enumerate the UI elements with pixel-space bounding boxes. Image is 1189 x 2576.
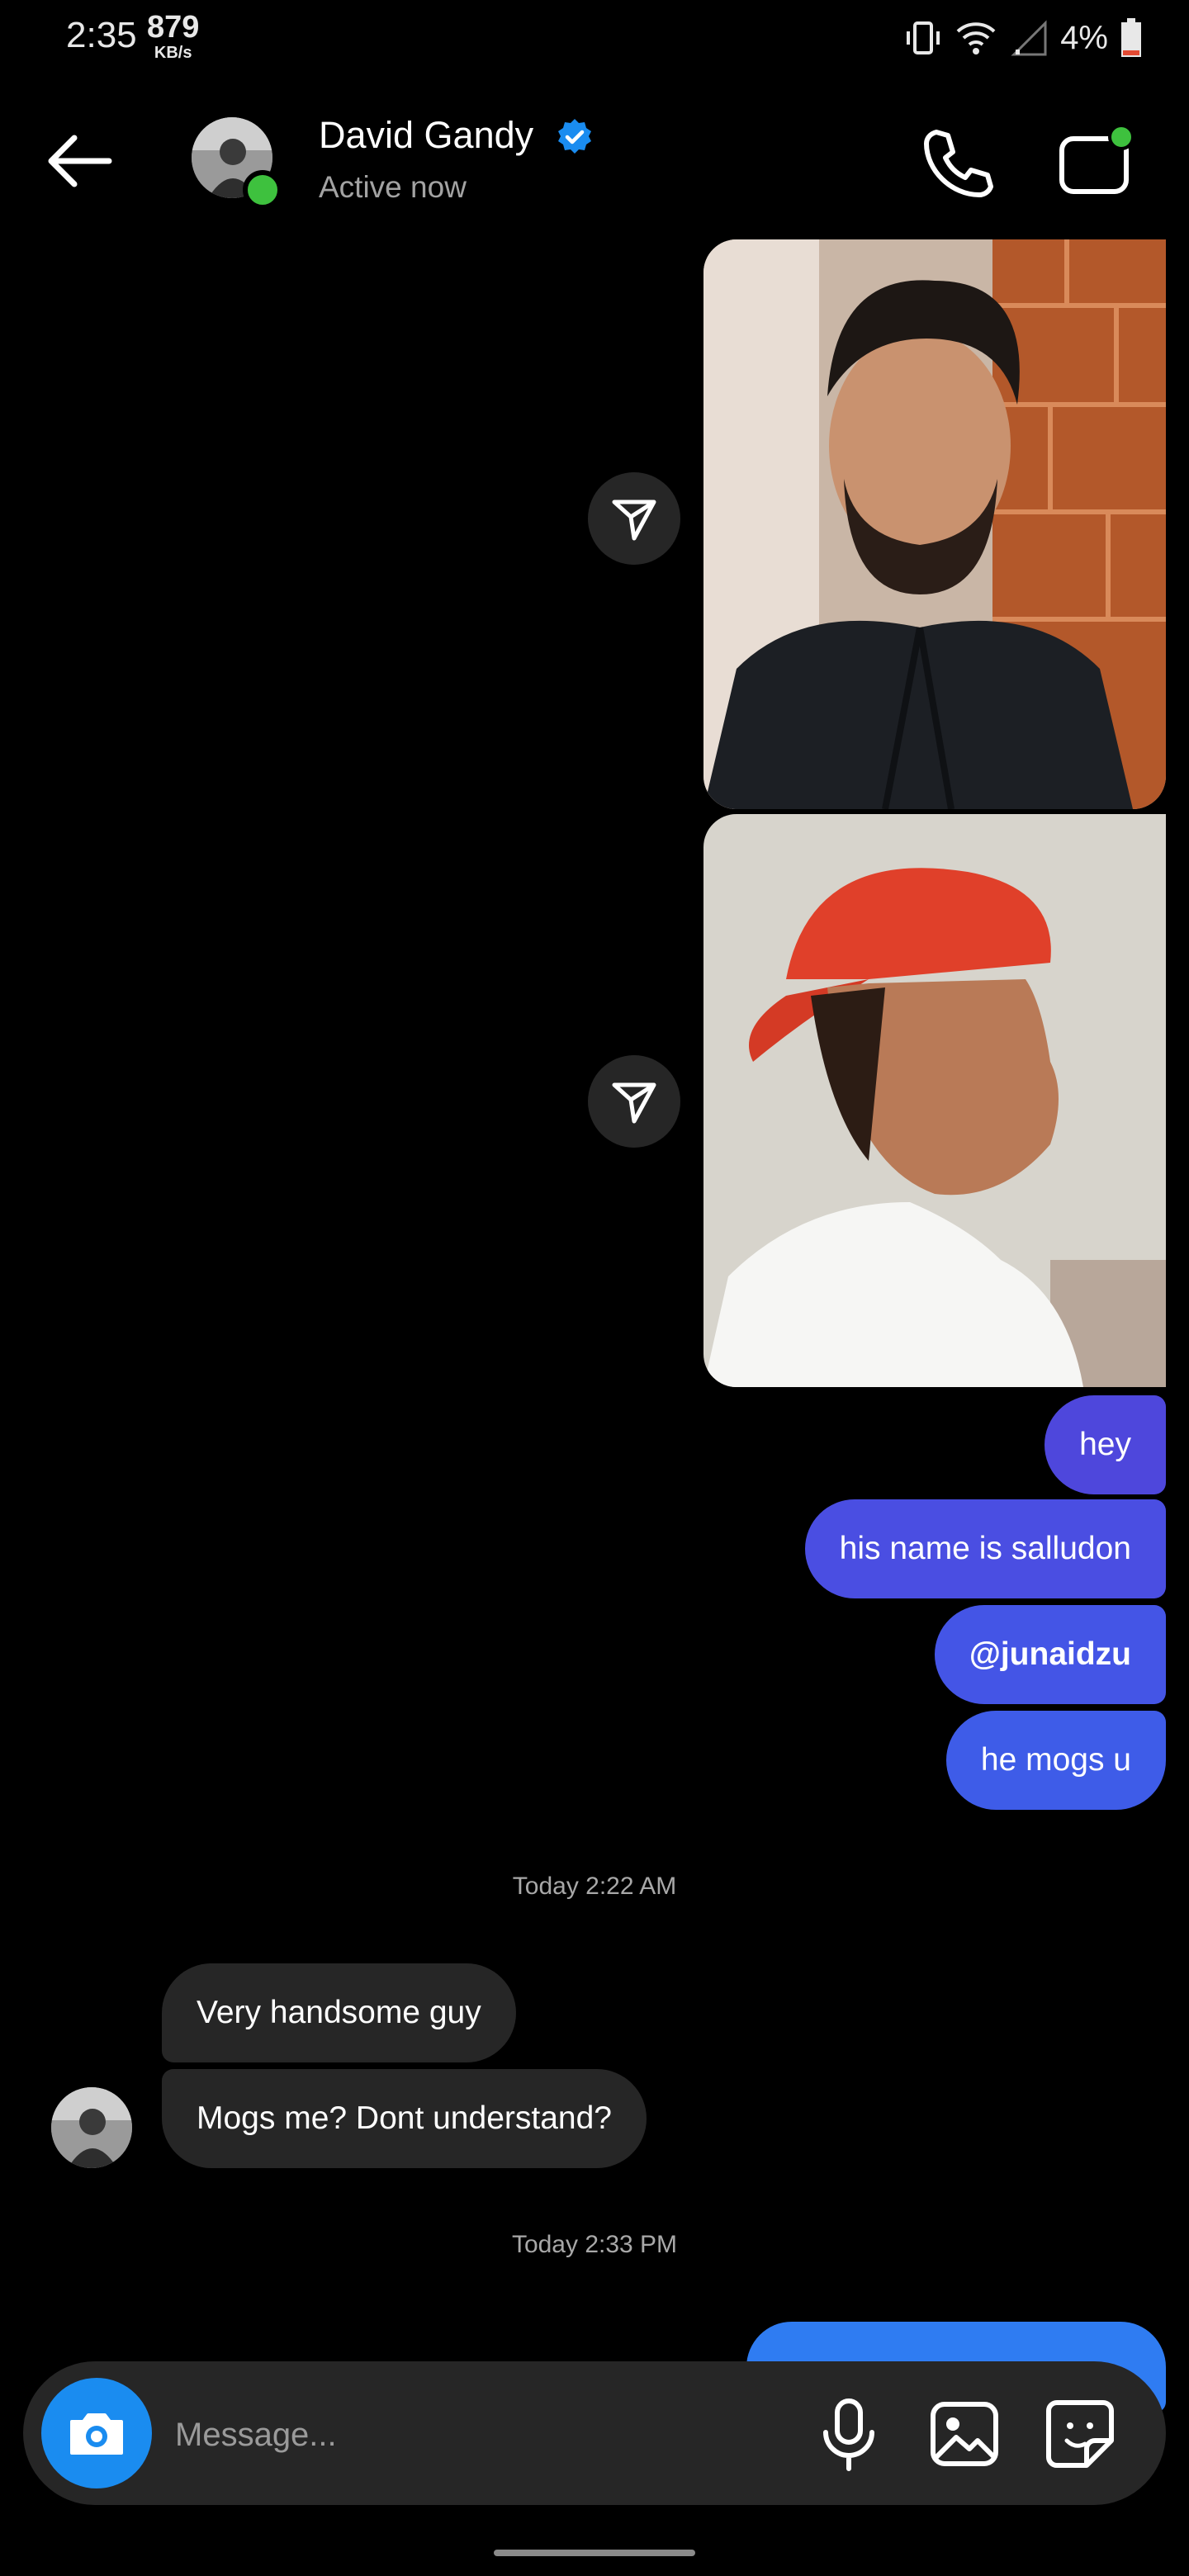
status-icons: 4% [903,17,1143,59]
sent-photo[interactable] [703,239,1166,809]
network-speed: 879 KB/s [147,12,199,61]
network-speed-unit: KB/s [154,44,192,62]
back-arrow-icon [48,135,112,187]
sender-avatar[interactable] [51,2087,132,2168]
send-icon [612,500,656,541]
voice-message-button[interactable] [816,2394,882,2474]
outgoing-message[interactable]: his name is salludon [804,1499,1166,1598]
incoming-message[interactable]: Mogs me? Dont understand? [162,2069,647,2168]
home-indicator [494,2550,695,2556]
message-input[interactable] [173,2394,804,2475]
wifi-icon [956,22,996,54]
contact-status: Active now [319,170,467,204]
signal-icon [1011,20,1047,56]
camera-button[interactable] [41,2378,152,2488]
incoming-message[interactable]: Very handsome guy [162,1963,516,2062]
video-camera-icon [1059,124,1135,194]
status-time: 2:35 [66,15,137,55]
microphone-icon [823,2398,874,2471]
gallery-button[interactable] [925,2394,1004,2474]
portrait-photo-2 [703,814,1166,1387]
portrait-photo-1 [703,239,1166,809]
sent-photo[interactable] [703,814,1166,1387]
timestamp: Today 2:33 PM [511,2231,678,2258]
vibrate-icon [907,21,940,54]
image-icon [931,2402,998,2466]
online-status-indicator [243,170,282,210]
battery-percent: 4% [1060,19,1108,56]
send-icon [612,1082,656,1124]
avatar-photo [51,2087,132,2168]
share-button[interactable] [588,472,680,565]
outgoing-mention[interactable]: @junaidzu [934,1605,1166,1704]
video-call-button[interactable] [1055,121,1138,203]
battery-icon [1121,18,1141,57]
sticker-button[interactable] [1040,2394,1120,2474]
contact-name[interactable]: David Gandy [319,114,533,157]
timestamp: Today 2:22 AM [512,1873,677,1900]
share-button[interactable] [588,1055,680,1148]
phone-icon [924,130,993,197]
camera-icon [70,2413,123,2455]
network-speed-value: 879 [147,10,200,45]
outgoing-message[interactable]: he mogs u [945,1711,1166,1810]
back-button[interactable] [43,124,117,198]
outgoing-message[interactable]: hey [1045,1395,1166,1494]
sticker-icon [1046,2400,1114,2468]
voice-call-button[interactable] [918,124,997,203]
verified-badge-icon [558,119,591,154]
